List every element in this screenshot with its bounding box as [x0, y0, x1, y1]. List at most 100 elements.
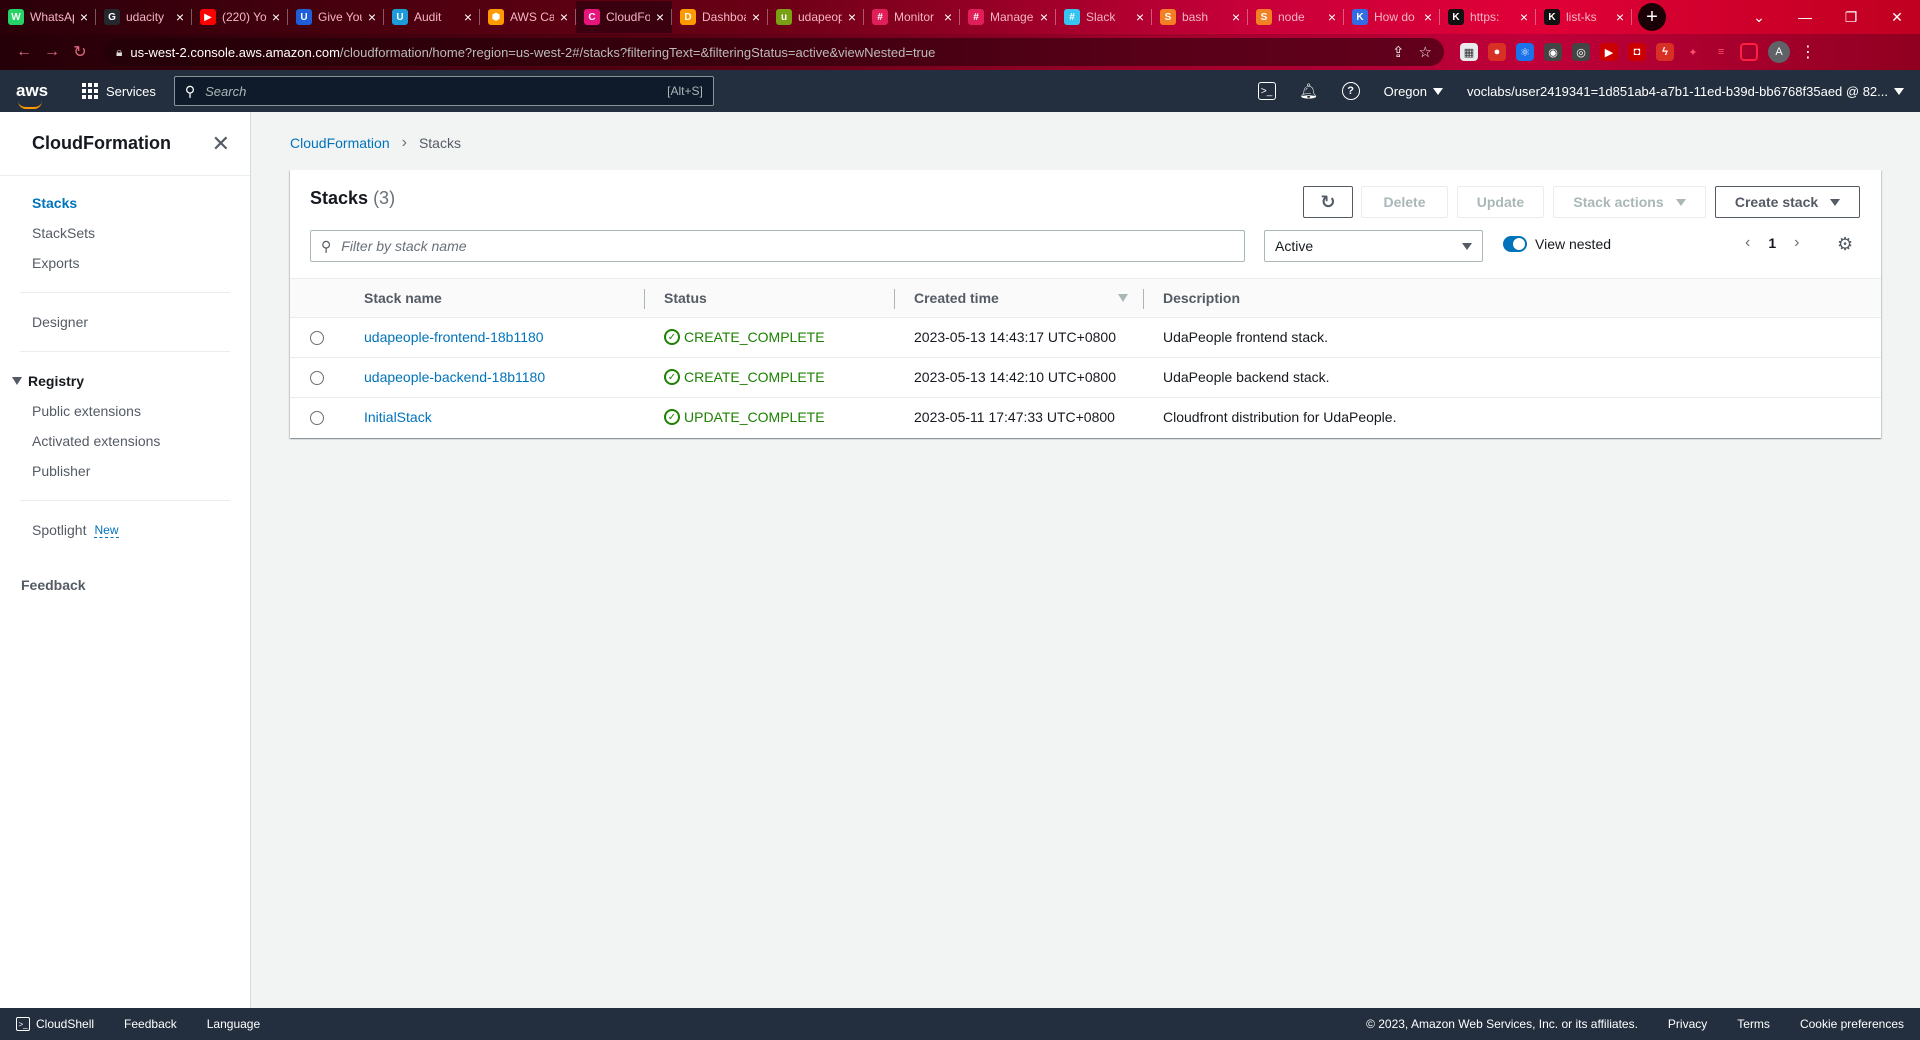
extension-icon[interactable]: ▦ — [1460, 43, 1478, 61]
sidebar-item-stacks[interactable]: Stacks — [32, 188, 250, 218]
chevron-left-icon[interactable]: ‹ — [1745, 234, 1750, 252]
browser-menu-icon[interactable]: ⋮ — [1800, 42, 1816, 62]
close-icon[interactable]: × — [1616, 9, 1624, 25]
refresh-button[interactable]: ↻ — [1303, 186, 1353, 218]
browser-tab[interactable]: Snode × — [1248, 1, 1344, 33]
react-devtools-icon[interactable]: ⚛ — [1516, 43, 1534, 61]
sort-descending-icon[interactable] — [1118, 294, 1128, 302]
notifications-bell-icon[interactable]: 🔔︎ — [1299, 82, 1318, 100]
browser-tab[interactable]: U Give Your × — [288, 1, 384, 33]
row-select-radio[interactable] — [310, 371, 324, 385]
status-filter-select[interactable]: Active — [1264, 230, 1483, 262]
window-close-icon[interactable]: ✕ — [1874, 0, 1920, 34]
close-icon[interactable]: × — [848, 9, 856, 25]
browser-tab[interactable]: u udapeople × — [768, 1, 864, 33]
column-header-created-time[interactable]: Created time — [914, 290, 999, 306]
browser-tab[interactable]: ⬢ AWS Ca × — [480, 1, 576, 33]
column-header-status[interactable]: Status — [664, 290, 707, 306]
extension-icon[interactable]: ▶ — [1600, 43, 1618, 61]
close-icon[interactable]: × — [1520, 9, 1528, 25]
close-icon[interactable]: × — [1328, 9, 1336, 25]
sidebar-item-exports[interactable]: Exports — [32, 248, 250, 278]
close-icon[interactable]: ✕ — [212, 131, 230, 157]
page-number[interactable]: 1 — [1768, 235, 1776, 251]
sidenav-title[interactable]: CloudFormation — [32, 133, 171, 154]
stack-name-link[interactable]: udapeople-backend-18b1180 — [364, 369, 545, 385]
terms-link[interactable]: Terms — [1737, 1017, 1770, 1031]
browser-tab[interactable]: # Slack × — [1056, 1, 1152, 33]
update-button[interactable]: Update — [1457, 186, 1544, 218]
row-select-radio[interactable] — [310, 411, 324, 425]
column-resizer[interactable] — [644, 289, 645, 309]
browser-tab[interactable]: C CloudFormation × — [576, 1, 672, 33]
puzzle-extensions-icon[interactable]: ✦ — [1684, 43, 1702, 61]
stack-name-link[interactable]: InitialStack — [364, 409, 432, 425]
account-menu[interactable]: voclabs/user2419341=1d851ab4-a7b1-11ed-b… — [1467, 84, 1904, 99]
toggle-switch[interactable] — [1503, 236, 1527, 252]
browser-tab[interactable]: K How do × — [1344, 1, 1440, 33]
cookie-preferences-link[interactable]: Cookie preferences — [1800, 1017, 1904, 1031]
browser-tab[interactable]: # Monitor × — [864, 1, 960, 33]
gear-icon[interactable]: ⚙ — [1837, 234, 1853, 255]
browser-tab[interactable]: Khttps: × — [1440, 1, 1536, 33]
sidebar-item-activated-extensions[interactable]: Activated extensions — [32, 426, 250, 456]
table-row[interactable]: udapeople-backend-18b1180 ✓ CREATE_COMPLET… — [290, 358, 1881, 398]
extension-icon[interactable]: ◉ — [1544, 43, 1562, 61]
view-nested-toggle[interactable]: View nested — [1503, 236, 1611, 252]
close-icon[interactable]: × — [272, 9, 280, 25]
stack-actions-button[interactable]: Stack actions — [1553, 186, 1706, 218]
close-icon[interactable]: × — [560, 9, 568, 25]
close-icon[interactable]: × — [80, 9, 88, 25]
create-stack-button[interactable]: Create stack — [1715, 186, 1860, 218]
region-selector[interactable]: Oregon — [1384, 84, 1443, 99]
browser-tab[interactable]: D Dashboard × — [672, 1, 768, 33]
browser-tab[interactable]: U Audit × — [384, 1, 480, 33]
stack-name-link[interactable]: udapeople-frontend-18b1180 — [364, 329, 544, 345]
close-icon[interactable]: × — [1232, 9, 1240, 25]
reload-icon[interactable]: ↻ — [66, 38, 94, 66]
column-header-description[interactable]: Description — [1163, 290, 1240, 306]
close-icon[interactable]: × — [1136, 9, 1144, 25]
column-resizer[interactable] — [894, 289, 895, 309]
close-icon[interactable]: × — [176, 9, 184, 25]
extension-icon[interactable]: ϟ — [1656, 43, 1674, 61]
close-icon[interactable]: × — [464, 9, 472, 25]
close-icon[interactable]: × — [656, 9, 664, 25]
cloudshell-icon[interactable]: >_ — [1257, 82, 1276, 100]
row-select-radio[interactable] — [310, 331, 324, 345]
minimize-icon[interactable]: — — [1782, 0, 1828, 34]
extension-icon[interactable]: ◎ — [1572, 43, 1590, 61]
close-icon[interactable]: × — [944, 9, 952, 25]
profile-avatar[interactable]: A — [1768, 41, 1790, 63]
extension-icon[interactable]: ● — [1488, 43, 1506, 61]
table-row[interactable]: InitialStack ✓ UPDATE_COMPLETE 2023-05-11 1… — [290, 398, 1881, 438]
privacy-link[interactable]: Privacy — [1668, 1017, 1707, 1031]
sidebar-item-public-extensions[interactable]: Public extensions — [32, 396, 250, 426]
share-icon[interactable]: ⇪ — [1392, 43, 1405, 61]
browser-tab[interactable]: # Manage × — [960, 1, 1056, 33]
registry-section-toggle[interactable]: Registry — [12, 366, 250, 396]
filter-input[interactable]: ⚲ Filter by stack name — [310, 230, 1245, 262]
close-icon[interactable]: × — [1040, 9, 1048, 25]
new-tab-button[interactable]: + — [1638, 3, 1666, 31]
sidebar-feedback-link[interactable]: Feedback — [21, 577, 250, 593]
browser-tab[interactable]: W WhatsApp × — [0, 1, 96, 33]
browser-tab[interactable]: Klist-ks × — [1536, 1, 1632, 33]
close-icon[interactable]: × — [1424, 9, 1432, 25]
reading-list-icon[interactable]: ≡ — [1712, 43, 1730, 61]
chevron-right-icon[interactable]: › — [1794, 234, 1799, 252]
back-icon[interactable]: ← — [10, 38, 38, 66]
close-icon[interactable]: × — [752, 9, 760, 25]
footer-language-link[interactable]: Language — [207, 1017, 260, 1031]
footer-feedback-link[interactable]: Feedback — [124, 1017, 177, 1031]
sidebar-item-stacksets[interactable]: StackSets — [32, 218, 250, 248]
delete-button[interactable]: Delete — [1361, 186, 1448, 218]
help-icon[interactable]: ? — [1341, 82, 1360, 100]
breadcrumb-cloudformation[interactable]: CloudFormation — [290, 135, 390, 151]
side-panel-icon[interactable] — [1740, 43, 1758, 61]
browser-tab[interactable]: Gudacity × — [96, 1, 192, 33]
table-row[interactable]: udapeople-frontend-18b1180 ✓ CREATE_COMPLE… — [290, 318, 1881, 358]
forward-icon[interactable]: → — [38, 38, 66, 66]
search-input[interactable]: ⚲ Search [Alt+S] — [173, 76, 714, 106]
aws-logo[interactable]: aws — [16, 81, 56, 109]
